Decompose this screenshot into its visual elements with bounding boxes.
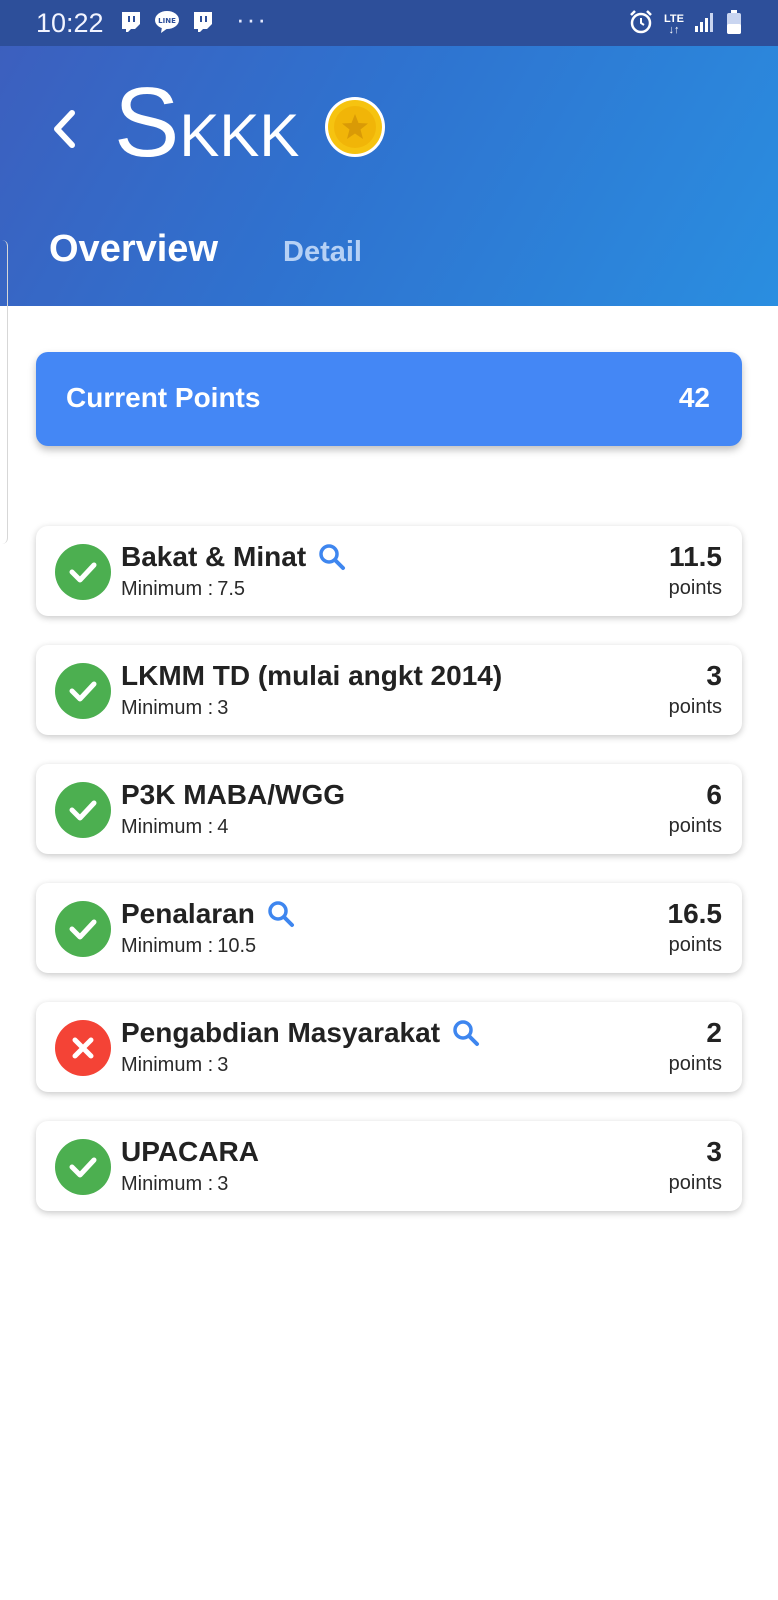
check-circle-icon <box>55 782 111 838</box>
requirement-name: Penalaran <box>121 898 295 930</box>
requirement-item[interactable]: Penalaran Minimum :10.5 16.5 points <box>36 883 742 973</box>
requirement-minimum: Minimum :3 <box>121 697 229 719</box>
requirement-points-value: 11.5 <box>669 541 722 572</box>
requirement-points-unit: points <box>668 577 722 599</box>
requirement-minimum: Minimum :3 <box>121 1173 229 1195</box>
twitch-icon <box>118 9 144 35</box>
requirement-points-unit: points <box>668 1172 722 1194</box>
requirement-minimum: Minimum :7.5 <box>121 578 246 600</box>
signal-icon <box>694 11 716 38</box>
current-points-label: Current Points <box>66 382 261 413</box>
check-circle-icon <box>55 663 111 719</box>
chevron-left-icon <box>54 110 75 148</box>
requirement-item[interactable]: P3K MABA/WGG Minimum :4 6 points <box>36 764 742 854</box>
requirement-item[interactable]: LKMM TD (mulai angkt 2014) Minimum :3 3 poi… <box>36 645 742 735</box>
status-time: 10:22 <box>36 8 104 38</box>
cross-circle-icon <box>55 1020 111 1076</box>
requirement-points-unit: points <box>668 934 722 956</box>
search-icon[interactable] <box>452 1019 480 1047</box>
tab-detail[interactable]: Detail <box>283 236 362 269</box>
requirement-name: UPACARA <box>121 1136 259 1167</box>
requirement-points-value: 2 <box>706 1017 722 1048</box>
requirement-points-value: 16.5 <box>667 898 723 929</box>
app-header: 10:22 LINE ··· LTE ↓↑ SKKK Overview Deta… <box>0 0 778 306</box>
back-button[interactable] <box>44 100 84 158</box>
current-points-card: Current Points 42 <box>36 352 742 446</box>
requirement-points-unit: points <box>668 696 722 718</box>
status-bar: 10:22 LINE ··· LTE ↓↑ <box>0 0 778 46</box>
check-circle-icon <box>55 901 111 957</box>
page-title: SKKK <box>114 67 300 177</box>
twitch-icon <box>190 9 216 35</box>
tab-overview[interactable]: Overview <box>49 228 218 271</box>
requirement-name: Pengabdian Masyarakat <box>121 1017 480 1049</box>
requirement-name: P3K MABA/WGG <box>121 779 345 810</box>
requirement-minimum: Minimum :4 <box>121 816 229 838</box>
requirement-item[interactable]: Pengabdian Masyarakat Minimum :3 2 points <box>36 1002 742 1092</box>
notification-icons: LINE <box>118 9 216 35</box>
system-icons: LTE ↓↑ <box>628 9 742 40</box>
battery-icon <box>726 9 742 40</box>
network-type-label: LTE ↓↑ <box>664 12 684 36</box>
current-points-value: 42 <box>678 382 710 413</box>
alarm-icon <box>628 9 654 40</box>
check-circle-icon <box>55 1139 111 1195</box>
data-arrows-icon: ↓↑ <box>668 23 680 36</box>
requirement-points-value: 6 <box>706 779 722 810</box>
coin-star-icon <box>324 96 386 158</box>
svg-text:LINE: LINE <box>158 17 176 25</box>
requirement-item[interactable]: Bakat & Minat Minimum :7.5 11.5 points <box>36 526 742 616</box>
check-circle-icon <box>55 544 111 600</box>
requirement-minimum: Minimum :10.5 <box>121 935 257 957</box>
requirement-name: LKMM TD (mulai angkt 2014) <box>121 660 503 691</box>
requirement-points-unit: points <box>668 815 722 837</box>
requirement-points-unit: points <box>668 1053 722 1075</box>
search-icon[interactable] <box>267 900 295 928</box>
more-notifications-icon: ··· <box>236 4 268 34</box>
requirement-points-value: 3 <box>706 1136 722 1167</box>
requirement-name: Bakat & Minat <box>121 541 346 573</box>
line-icon: LINE <box>154 9 180 35</box>
requirement-minimum: Minimum :3 <box>121 1054 229 1076</box>
requirement-item[interactable]: UPACARA Minimum :3 3 points <box>36 1121 742 1211</box>
edge-panel-handle[interactable] <box>0 240 8 544</box>
requirement-points-value: 3 <box>706 660 722 691</box>
search-icon[interactable] <box>318 543 346 571</box>
